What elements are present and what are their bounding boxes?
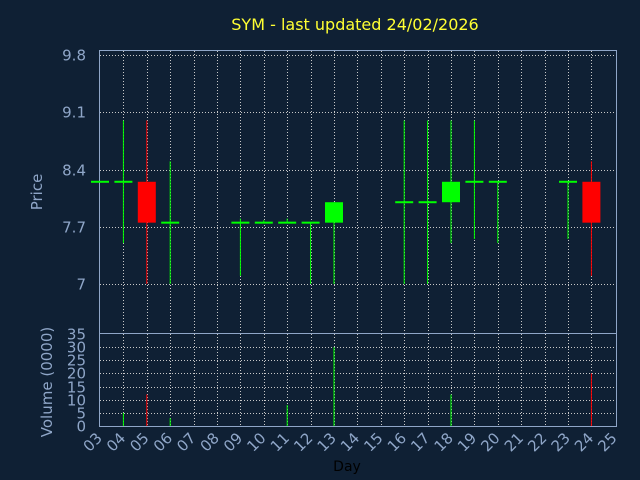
candle-body bbox=[114, 180, 133, 183]
grid-layer bbox=[100, 51, 616, 426]
price-tick-label: 8.4 bbox=[62, 162, 86, 180]
candle bbox=[418, 120, 437, 284]
x-tick-label: 15 bbox=[360, 429, 386, 455]
candle-body bbox=[137, 181, 156, 223]
candle-body bbox=[278, 221, 297, 224]
x-tick-label: 10 bbox=[243, 429, 269, 455]
x-tick-label: 16 bbox=[384, 429, 410, 455]
volume-tick-label: 0 bbox=[76, 418, 86, 436]
candle-body bbox=[418, 201, 437, 204]
volume-axis-ticks: 35302520151050 bbox=[67, 326, 86, 436]
candle-body bbox=[442, 181, 460, 203]
candle-body bbox=[301, 221, 320, 224]
candle-body bbox=[254, 221, 273, 224]
candle-body bbox=[161, 221, 180, 224]
price-axis-label: Price bbox=[28, 174, 46, 211]
candle bbox=[254, 220, 273, 224]
candle bbox=[91, 180, 109, 183]
candle bbox=[161, 161, 180, 284]
x-tick-label: 23 bbox=[548, 429, 574, 455]
x-tick-label: 07 bbox=[173, 429, 199, 455]
candle-body bbox=[559, 180, 577, 183]
x-tick-label: 12 bbox=[290, 429, 316, 455]
x-tick-label: 25 bbox=[594, 429, 620, 455]
candle bbox=[465, 120, 484, 239]
x-tick-label: 18 bbox=[431, 429, 457, 455]
candle bbox=[301, 221, 320, 284]
candle bbox=[278, 218, 297, 224]
price-tick-label: 9.1 bbox=[62, 104, 86, 122]
x-axis-ticks: 0304050607080910111213141516171819202122… bbox=[80, 429, 621, 455]
x-tick-label: 05 bbox=[126, 429, 152, 455]
x-tick-label: 11 bbox=[267, 429, 293, 455]
candle-body bbox=[582, 181, 601, 223]
volume-axis-label: Volume (0000) bbox=[38, 327, 56, 437]
candle-body bbox=[91, 180, 109, 183]
x-tick-label: 08 bbox=[197, 429, 223, 455]
price-candles bbox=[91, 120, 601, 284]
x-tick-label: 19 bbox=[454, 429, 480, 455]
candle-body bbox=[231, 221, 250, 224]
candle bbox=[559, 180, 577, 239]
x-tick-label: 22 bbox=[524, 429, 550, 455]
candle-body bbox=[325, 202, 343, 223]
candle bbox=[395, 120, 414, 284]
x-tick-label: 20 bbox=[477, 429, 503, 455]
candle bbox=[488, 180, 507, 244]
candle-body bbox=[395, 201, 414, 204]
candle bbox=[582, 161, 601, 276]
candle bbox=[137, 120, 156, 284]
price-tick-label: 9.8 bbox=[62, 47, 86, 65]
x-tick-label: 04 bbox=[103, 429, 129, 455]
x-axis-label: Day bbox=[333, 459, 361, 475]
candlestick-chart: SYM - last updated 24/02/2026 9.8 9.1 8.4 7… bbox=[28, 15, 621, 475]
x-tick-label: 09 bbox=[220, 429, 246, 455]
x-tick-label: 14 bbox=[337, 429, 363, 455]
price-tick-label: 7.7 bbox=[62, 219, 86, 237]
x-tick-label: 17 bbox=[407, 429, 433, 455]
x-tick-label: 21 bbox=[501, 429, 527, 455]
price-axis-ticks: 9.8 9.1 8.4 7.7 7 bbox=[62, 47, 86, 294]
x-tick-label: 24 bbox=[571, 429, 597, 455]
price-tick-label: 7 bbox=[76, 276, 86, 294]
x-tick-label: 06 bbox=[150, 429, 176, 455]
candle bbox=[231, 218, 250, 276]
candle bbox=[114, 120, 133, 244]
candle-body bbox=[465, 180, 484, 183]
x-tick-label: 13 bbox=[314, 429, 340, 455]
candle bbox=[442, 120, 460, 244]
candle-body bbox=[488, 180, 507, 183]
chart-title: SYM - last updated 24/02/2026 bbox=[231, 15, 478, 34]
candle bbox=[325, 202, 343, 284]
